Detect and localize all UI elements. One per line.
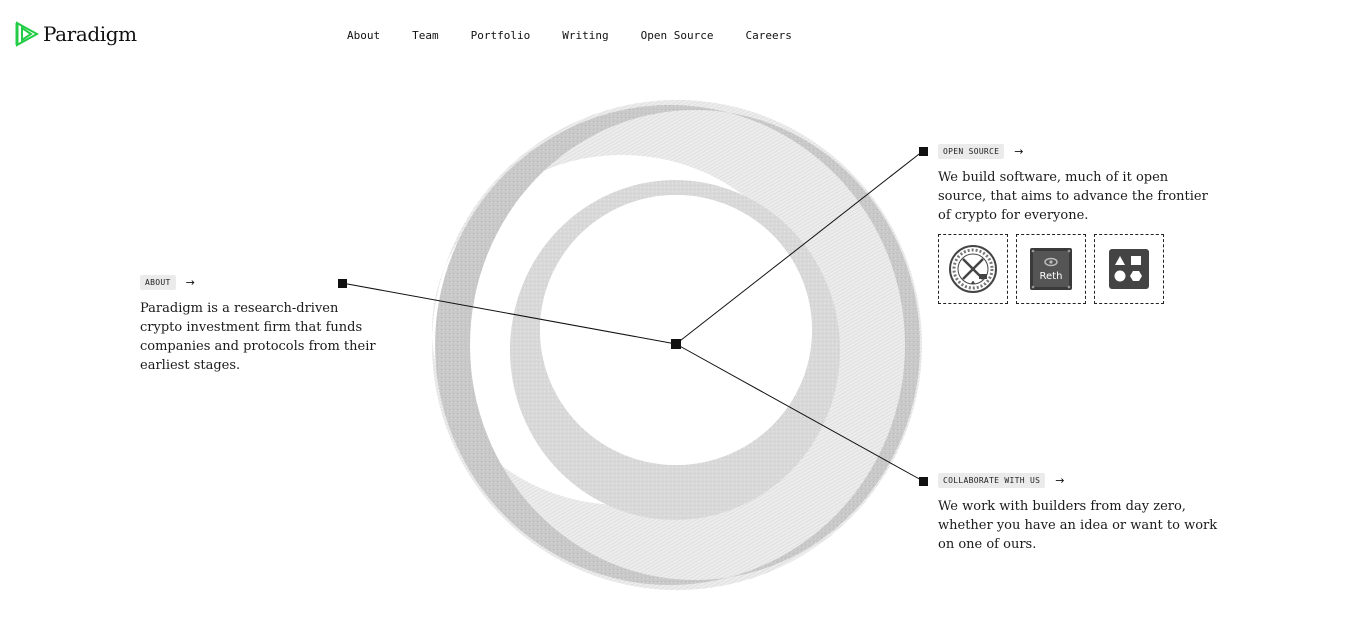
main-nav: About Team Portfolio Writing Open Source… xyxy=(347,29,792,42)
nav-about[interactable]: About xyxy=(347,29,380,42)
collaborate-link[interactable]: COLLABORATE WITH US → xyxy=(938,473,1218,488)
open-source-section: OPEN SOURCE → We build software, much of… xyxy=(938,144,1218,304)
open-source-node xyxy=(919,147,928,156)
open-source-tag[interactable]: OPEN SOURCE xyxy=(938,144,1005,159)
paradigm-logo-icon xyxy=(15,21,39,47)
nav-team[interactable]: Team xyxy=(412,29,439,42)
arrow-right-icon[interactable]: → xyxy=(1014,146,1023,157)
about-text: Paradigm is a research-driven crypto inv… xyxy=(140,301,376,373)
open-source-link[interactable]: OPEN SOURCE → xyxy=(938,144,1218,159)
center-node xyxy=(671,339,681,349)
brand-logo[interactable]: Paradigm xyxy=(15,21,137,47)
brand-name: Paradigm xyxy=(43,22,137,46)
arrow-right-icon[interactable]: → xyxy=(1055,475,1064,486)
about-link[interactable]: ABOUT → xyxy=(140,275,380,290)
about-section: ABOUT → Paradigm is a research-driven cr… xyxy=(140,275,380,388)
foundry-icon xyxy=(949,245,997,293)
nav-open-source[interactable]: Open Source xyxy=(641,29,714,42)
reth-icon: Reth xyxy=(1030,248,1072,290)
svg-text:Reth: Reth xyxy=(1040,271,1063,282)
nav-careers[interactable]: Careers xyxy=(745,29,791,42)
about-tag[interactable]: ABOUT xyxy=(140,275,176,290)
collaborate-node xyxy=(919,477,928,486)
nav-portfolio[interactable]: Portfolio xyxy=(471,29,531,42)
collaborate-tag[interactable]: COLLABORATE WITH US xyxy=(938,473,1046,488)
open-source-text: We build software, much of it open sourc… xyxy=(938,170,1208,223)
collaborate-text: We work with builders from day zero, whe… xyxy=(938,499,1218,552)
project-reth[interactable]: Reth xyxy=(1016,234,1086,304)
open-source-projects: Reth xyxy=(938,234,1218,304)
shapes-icon xyxy=(1109,249,1149,289)
collaborate-section: COLLABORATE WITH US → We work with build… xyxy=(938,473,1218,567)
project-shapes[interactable] xyxy=(1094,234,1164,304)
nav-writing[interactable]: Writing xyxy=(562,29,608,42)
project-foundry[interactable] xyxy=(938,234,1008,304)
arrow-right-icon[interactable]: → xyxy=(186,277,195,288)
